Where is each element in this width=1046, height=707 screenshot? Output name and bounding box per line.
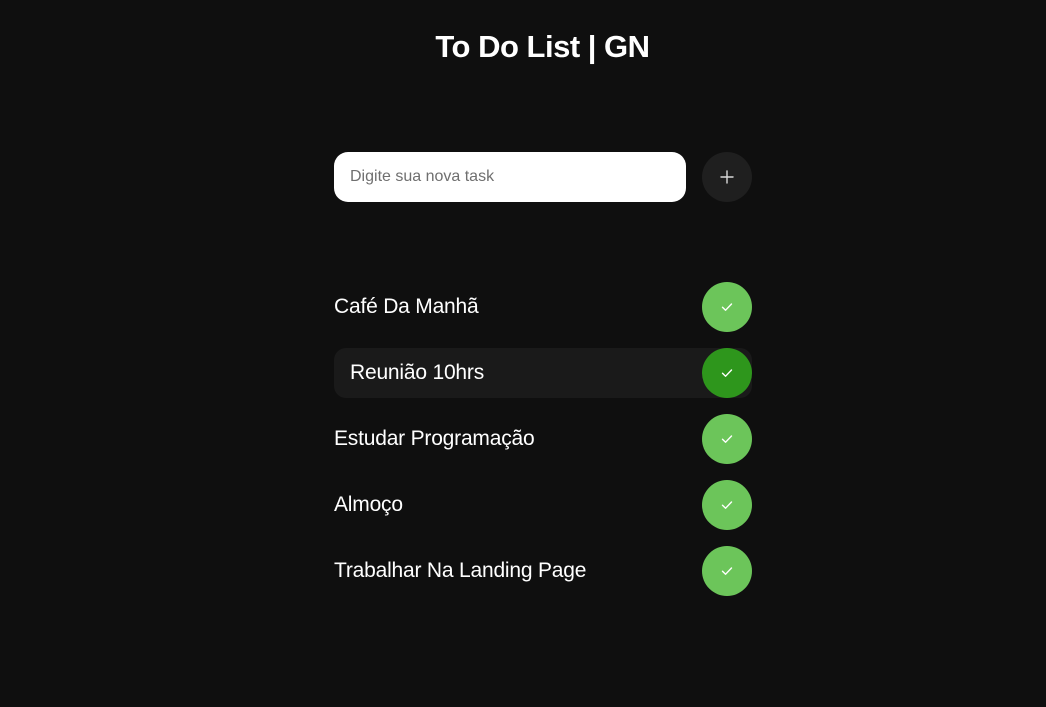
check-icon <box>720 366 734 380</box>
check-icon <box>720 564 734 578</box>
new-task-input[interactable] <box>334 152 686 202</box>
plus-icon <box>720 170 734 184</box>
task-list: Café Da Manhã Reunião 10hrs Estudar Prog… <box>334 282 752 612</box>
add-task-button[interactable] <box>702 152 752 202</box>
task-label: Almoço <box>334 493 403 516</box>
task-label: Reunião 10hrs <box>350 361 484 384</box>
todo-app: To Do List | GN Café Da Manhã Reunião 10… <box>0 0 1046 707</box>
complete-task-button[interactable] <box>702 282 752 332</box>
check-icon <box>720 300 734 314</box>
complete-task-button[interactable] <box>702 480 752 530</box>
check-icon <box>720 498 734 512</box>
check-icon <box>720 432 734 446</box>
new-task-form <box>334 152 752 202</box>
task-item: Almoço <box>334 480 752 530</box>
complete-task-button[interactable] <box>702 348 752 398</box>
task-label: Estudar Programação <box>334 427 535 450</box>
task-label: Trabalhar Na Landing Page <box>334 559 587 582</box>
task-label: Café Da Manhã <box>334 295 479 318</box>
task-item: Estudar Programação <box>334 414 752 464</box>
page-title: To Do List | GN <box>435 29 650 64</box>
task-item: Reunião 10hrs <box>334 348 752 398</box>
task-item: Trabalhar Na Landing Page <box>334 546 752 596</box>
complete-task-button[interactable] <box>702 546 752 596</box>
task-item: Café Da Manhã <box>334 282 752 332</box>
complete-task-button[interactable] <box>702 414 752 464</box>
